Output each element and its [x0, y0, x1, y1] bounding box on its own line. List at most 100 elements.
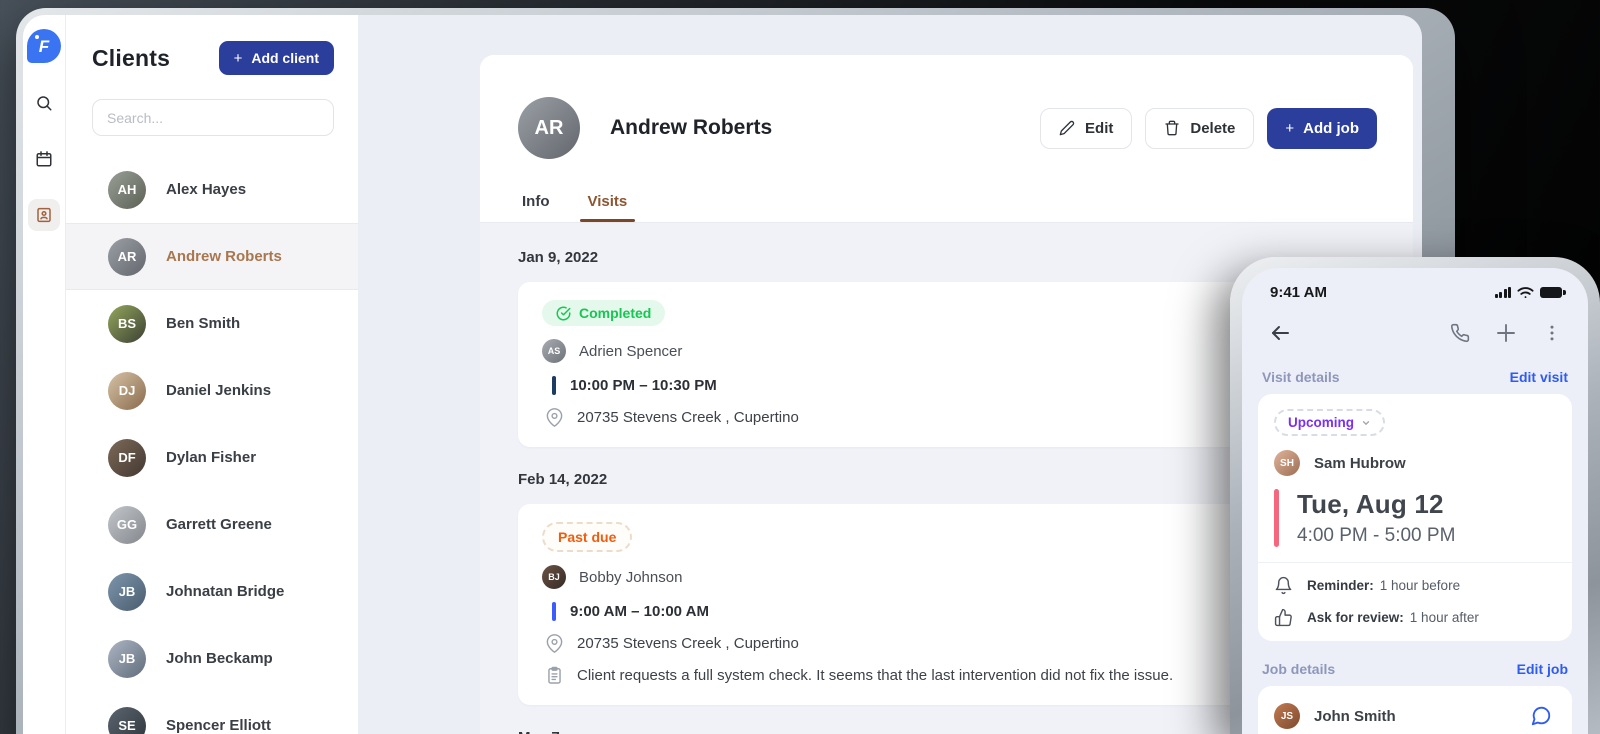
reminder-label: Reminder:	[1307, 578, 1374, 593]
status-badge-completed: Completed	[542, 300, 666, 326]
visit-card-completed[interactable]: Completed AS Adrien Spencer 10:00 PM – 1…	[518, 282, 1246, 447]
ask-review-value: 1 hour after	[1409, 610, 1479, 625]
add-job-button[interactable]: + Add job	[1267, 107, 1377, 149]
clients-nav-icon[interactable]	[28, 199, 60, 231]
battery-icon	[1540, 287, 1566, 298]
client-row-garrett-greene[interactable]: GG Garrett Greene	[66, 491, 358, 558]
assignee-name: Sam Hubrow	[1314, 454, 1406, 472]
avatar: BS	[108, 304, 146, 343]
reminder-value: 1 hour before	[1379, 578, 1461, 593]
avatar: JB	[108, 639, 146, 678]
app-logo[interactable]: F	[27, 29, 61, 63]
phone-screen: 9:41 AM Visit details Edit visit Upcomin…	[1242, 268, 1588, 734]
edit-client-button[interactable]: Edit	[1040, 107, 1133, 149]
app-root: F Clients + Add client Search... AH Alex…	[23, 15, 1422, 734]
detail-tabs: Info Visits	[518, 193, 1377, 222]
client-row-daniel-jenkins[interactable]: DJ Daniel Jenkins	[66, 357, 358, 424]
edit-label: Edit	[1085, 119, 1114, 137]
status-badge-past-due: Past due	[542, 522, 633, 552]
client-row-johnatan-bridge[interactable]: JB Johnatan Bridge	[66, 558, 358, 625]
visit-time: 9:00 AM – 10:00 AM	[570, 603, 709, 620]
avatar: JB	[108, 572, 146, 611]
clients-panel: Clients + Add client AH Alex Hayes AR An…	[66, 15, 358, 734]
status-label: Upcoming	[1288, 415, 1354, 430]
kebab-menu-icon[interactable]	[1538, 319, 1566, 347]
visit-details-label: Visit details	[1262, 369, 1340, 385]
date-accent-bar	[1274, 489, 1279, 547]
client-name: Dylan Fisher	[166, 449, 257, 466]
client-row-alex-hayes[interactable]: AH Alex Hayes	[66, 156, 358, 223]
client-name: Spencer Elliott	[166, 717, 272, 734]
delete-label: Delete	[1190, 119, 1236, 137]
trash-icon	[1165, 120, 1180, 136]
edit-job-link[interactable]: Edit job	[1517, 661, 1568, 677]
phone-nav-bar	[1258, 317, 1572, 349]
client-search-input[interactable]	[92, 99, 334, 136]
chevron-down-icon	[1362, 420, 1370, 425]
client-avatar: AR	[518, 97, 580, 159]
tab-visits[interactable]: Visits	[579, 193, 635, 222]
chat-bubble-icon[interactable]	[1526, 701, 1556, 731]
plus-icon: +	[1285, 119, 1295, 137]
status-label: Past due	[558, 529, 617, 545]
search-nav-icon[interactable]	[28, 87, 60, 119]
client-name: Garrett Greene	[166, 516, 272, 533]
calendar-nav-icon[interactable]	[28, 143, 60, 175]
job-details-label: Job details	[1262, 661, 1336, 677]
client-row-dylan-fisher[interactable]: DF Dylan Fisher	[66, 424, 358, 491]
call-phone-icon[interactable]	[1446, 319, 1474, 347]
client-name: Ben Smith	[166, 315, 241, 332]
add-job-label: Add job	[1303, 119, 1359, 137]
avatar: SE	[108, 706, 146, 734]
phone-overlay: 9:41 AM Visit details Edit visit Upcomin…	[1230, 257, 1600, 734]
assignee-avatar: BJ	[542, 565, 566, 589]
client-row-andrew-roberts[interactable]: AR Andrew Roberts	[66, 223, 358, 290]
client-name: John Beckamp	[166, 650, 273, 667]
client-name: Andrew Roberts	[166, 248, 282, 265]
delete-client-button[interactable]: Delete	[1145, 107, 1255, 149]
assignee-avatar: AS	[542, 339, 566, 363]
client-name: Alex Hayes	[166, 181, 247, 198]
avatar: AR	[108, 237, 146, 276]
visit-location: 20735 Stevens Creek , Cupertino	[577, 635, 799, 652]
assignee-name: Adrien Spencer	[579, 342, 683, 360]
cellular-signal-icon	[1494, 287, 1511, 298]
visit-card-past-due[interactable]: Past due BJ Bobby Johnson 9:00 AM – 10:0…	[518, 504, 1246, 705]
avatar: GG	[108, 505, 146, 544]
tab-info[interactable]: Info	[518, 193, 554, 222]
phone-status-bar: 9:41 AM	[1258, 282, 1572, 301]
visit-time: 10:00 PM – 10:30 PM	[570, 377, 717, 394]
status-time: 9:41 AM	[1270, 284, 1327, 301]
assignee-name: Bobby Johnson	[579, 568, 683, 586]
visit-date: Tue, Aug 12	[1297, 489, 1444, 519]
clipboard-note-icon	[548, 666, 561, 684]
avatar: DJ	[108, 371, 146, 410]
client-list: AH Alex Hayes AR Andrew Roberts BS Ben S…	[66, 156, 358, 734]
add-client-button[interactable]: + Add client	[218, 41, 334, 75]
avatar: DF	[108, 438, 146, 477]
map-pin-icon	[546, 634, 563, 653]
client-detail-name: Andrew Roberts	[610, 116, 773, 139]
phone-visit-card: Upcoming SH Sam Hubrow Tue, Aug 12 4:00 …	[1258, 394, 1572, 641]
visit-note: Client requests a full system check. It …	[577, 667, 1174, 684]
map-pin-icon	[546, 408, 563, 427]
avatar: AH	[108, 170, 146, 209]
job-assignee-name: John Smith	[1314, 707, 1396, 725]
check-circle-icon	[556, 306, 571, 321]
logo-glyph: F	[34, 34, 50, 56]
add-plus-icon[interactable]	[1490, 317, 1522, 349]
edit-visit-link[interactable]: Edit visit	[1510, 369, 1568, 385]
client-row-spencer-elliott[interactable]: SE Spencer Elliott	[66, 692, 358, 734]
pencil-icon	[1059, 120, 1075, 136]
upcoming-status-dropdown[interactable]: Upcoming	[1274, 409, 1385, 436]
visit-time: 4:00 PM - 5:00 PM	[1297, 525, 1456, 546]
back-arrow-icon[interactable]	[1264, 317, 1296, 349]
status-label: Completed	[579, 305, 652, 321]
client-row-john-beckamp[interactable]: JB John Beckamp	[66, 625, 358, 692]
clients-title: Clients	[92, 44, 171, 71]
visit-location: 20735 Stevens Creek , Cupertino	[577, 409, 799, 426]
wifi-icon	[1517, 287, 1534, 299]
plus-icon: +	[233, 49, 243, 67]
client-row-ben-smith[interactable]: BS Ben Smith	[66, 290, 358, 357]
nav-rail: F	[23, 15, 66, 734]
